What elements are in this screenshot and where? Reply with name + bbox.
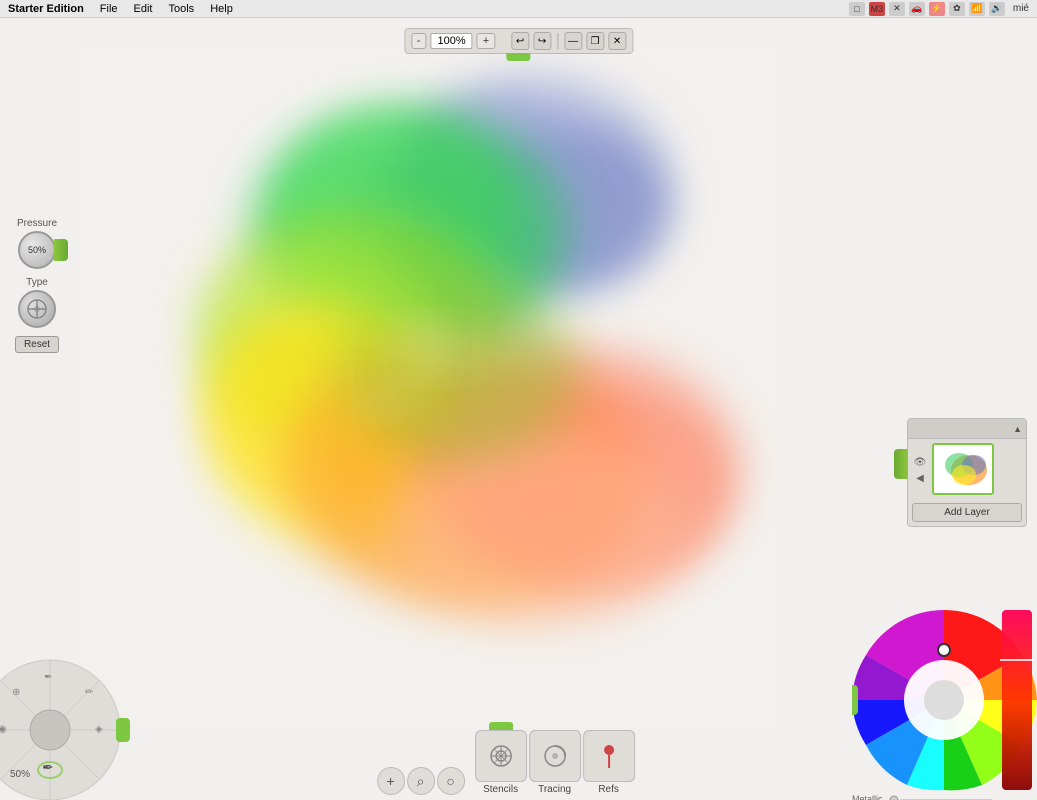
zoom-display: 100% bbox=[431, 33, 473, 49]
close-sys-icon[interactable]: ✕ bbox=[889, 2, 905, 16]
layer-panel: ▲ 👁 ◀ Add Layer bbox=[907, 418, 1027, 527]
type-dial[interactable] bbox=[18, 290, 56, 328]
pressure-dial-container: 50% bbox=[2, 231, 72, 269]
add-layer-button[interactable]: Add Layer bbox=[912, 503, 1022, 522]
app-title: Starter Edition bbox=[0, 3, 92, 15]
redo-button[interactable]: ↪ bbox=[533, 32, 551, 50]
zoom-in-button[interactable]: + bbox=[477, 33, 495, 49]
refs-icon[interactable] bbox=[583, 730, 635, 782]
window-icon[interactable]: □ bbox=[849, 2, 865, 16]
car-icon[interactable]: 🚗 bbox=[909, 2, 925, 16]
menu-tools[interactable]: Tools bbox=[161, 0, 203, 17]
alert-icon[interactable]: ⚡ bbox=[929, 2, 945, 16]
left-panel: Pressure 50% Type Reset bbox=[2, 218, 72, 357]
layer-eye-icon[interactable]: 👁 bbox=[912, 455, 928, 471]
menu-bar: Starter Edition File Edit Tools Help □ M… bbox=[0, 0, 1037, 18]
wifi-icon[interactable]: 📶 bbox=[969, 2, 985, 16]
zoom-value: 50% bbox=[10, 769, 30, 780]
circle-button[interactable]: ○ bbox=[437, 767, 465, 795]
pressure-dial-handle[interactable] bbox=[54, 239, 68, 261]
svg-text:⊕: ⊕ bbox=[12, 687, 20, 698]
toolbar-separator bbox=[557, 33, 558, 49]
bluetooth-icon[interactable]: ✿ bbox=[949, 2, 965, 16]
close-button[interactable]: ✕ bbox=[608, 32, 626, 50]
toolbar-tab-handle[interactable] bbox=[507, 53, 531, 61]
volume-icon[interactable]: 🔊 bbox=[989, 2, 1005, 16]
zoom-label: 50% bbox=[10, 769, 30, 780]
reset-button[interactable]: Reset bbox=[15, 336, 59, 353]
stencils-tab-indicator bbox=[489, 722, 513, 730]
add-tools-group: + ⌕ ○ bbox=[377, 767, 465, 795]
svg-text:✒: ✒ bbox=[44, 672, 52, 683]
layer-thumb-row: 👁 ◀ bbox=[908, 439, 1026, 499]
add-button[interactable]: + bbox=[377, 767, 405, 795]
layer-panel-header: ▲ bbox=[908, 419, 1026, 439]
minimize-button[interactable]: — bbox=[564, 32, 582, 50]
tab-refs[interactable]: Refs bbox=[583, 730, 635, 795]
undo-button[interactable]: ↩ bbox=[511, 32, 529, 50]
layer-thumbnail[interactable] bbox=[932, 443, 994, 495]
gmail-icon[interactable]: M3 bbox=[869, 2, 885, 16]
menu-help[interactable]: Help bbox=[202, 0, 241, 17]
restore-button[interactable]: ❐ bbox=[586, 32, 604, 50]
color-wheel[interactable]: Metallic bbox=[852, 600, 1037, 800]
top-toolbar: - 100% + ↩ ↪ — ❐ ✕ bbox=[404, 28, 633, 54]
menu-edit[interactable]: Edit bbox=[126, 0, 161, 17]
canvas-area[interactable]: - 100% + ↩ ↪ — ❐ ✕ Pressure 50% Type bbox=[0, 18, 1037, 800]
zoom-out-button[interactable]: - bbox=[411, 33, 427, 49]
refs-label: Refs bbox=[598, 784, 619, 795]
clock-label: mié bbox=[1009, 3, 1029, 14]
layer-arrow-left[interactable]: ◀ bbox=[916, 473, 924, 484]
svg-text:◈: ◈ bbox=[95, 724, 103, 735]
tab-stencils[interactable]: Stencils bbox=[475, 722, 527, 795]
svg-text:◉: ◉ bbox=[0, 724, 7, 735]
menu-file[interactable]: File bbox=[92, 0, 126, 17]
tracing-label: Tracing bbox=[538, 784, 571, 795]
svg-text:Metallic: Metallic bbox=[852, 794, 883, 800]
tab-tracing[interactable]: Tracing bbox=[529, 730, 581, 795]
layer-panel-handle[interactable] bbox=[894, 449, 908, 479]
bottom-toolbar: + ⌕ ○ Stencils bbox=[377, 722, 635, 795]
type-label: Type bbox=[2, 277, 72, 288]
svg-text:✏: ✏ bbox=[85, 687, 94, 698]
brush-wheel[interactable]: ✒ ✏ ◈ ⊕ ◉ ✒ 50% bbox=[0, 630, 150, 800]
pressure-label: Pressure bbox=[2, 218, 72, 229]
type-dial-container bbox=[2, 290, 72, 328]
painting-canvas[interactable] bbox=[80, 48, 780, 728]
layer-panel-arrow-up[interactable]: ▲ bbox=[1013, 424, 1022, 434]
search-button[interactable]: ⌕ bbox=[407, 767, 435, 795]
pressure-dial[interactable]: 50% bbox=[18, 231, 56, 269]
stencils-label: Stencils bbox=[483, 784, 518, 795]
system-icons: □ M3 ✕ 🚗 ⚡ ✿ 📶 🔊 mié bbox=[849, 2, 1037, 16]
pressure-value: 50% bbox=[28, 245, 46, 255]
stencils-icon[interactable] bbox=[475, 730, 527, 782]
tracing-icon[interactable] bbox=[529, 730, 581, 782]
